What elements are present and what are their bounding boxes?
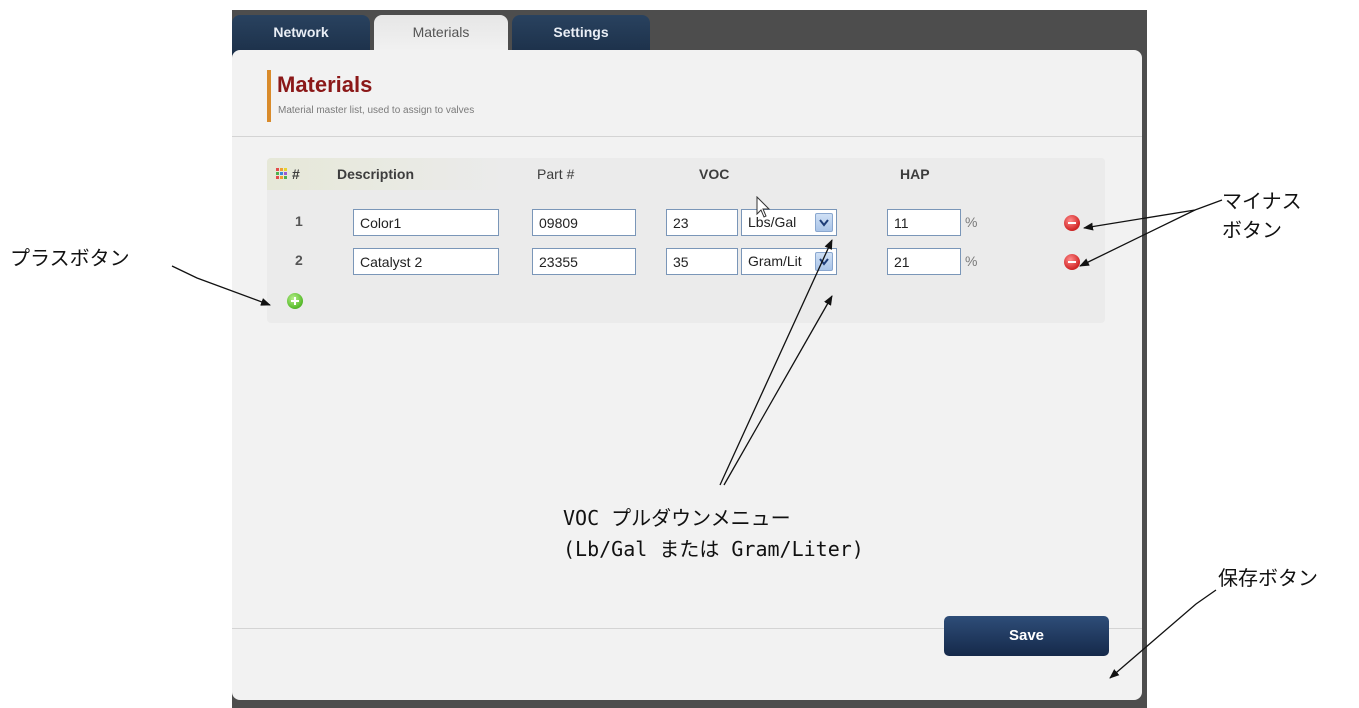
save-button-annotation: 保存ボタン (1218, 566, 1318, 590)
minus-button-annotation-line1: マイナス (1222, 189, 1302, 213)
minus-button-annotation-line2: ボタン (1222, 218, 1282, 242)
annotation-arrows (171, 199, 1223, 679)
plus-button-annotation: プラスボタン (10, 246, 130, 270)
voc-menu-annotation-line1: VOC プルダウンメニュー (563, 506, 791, 530)
voc-menu-annotation-line2: (Lb/Gal または Gram/Liter) (563, 537, 864, 561)
